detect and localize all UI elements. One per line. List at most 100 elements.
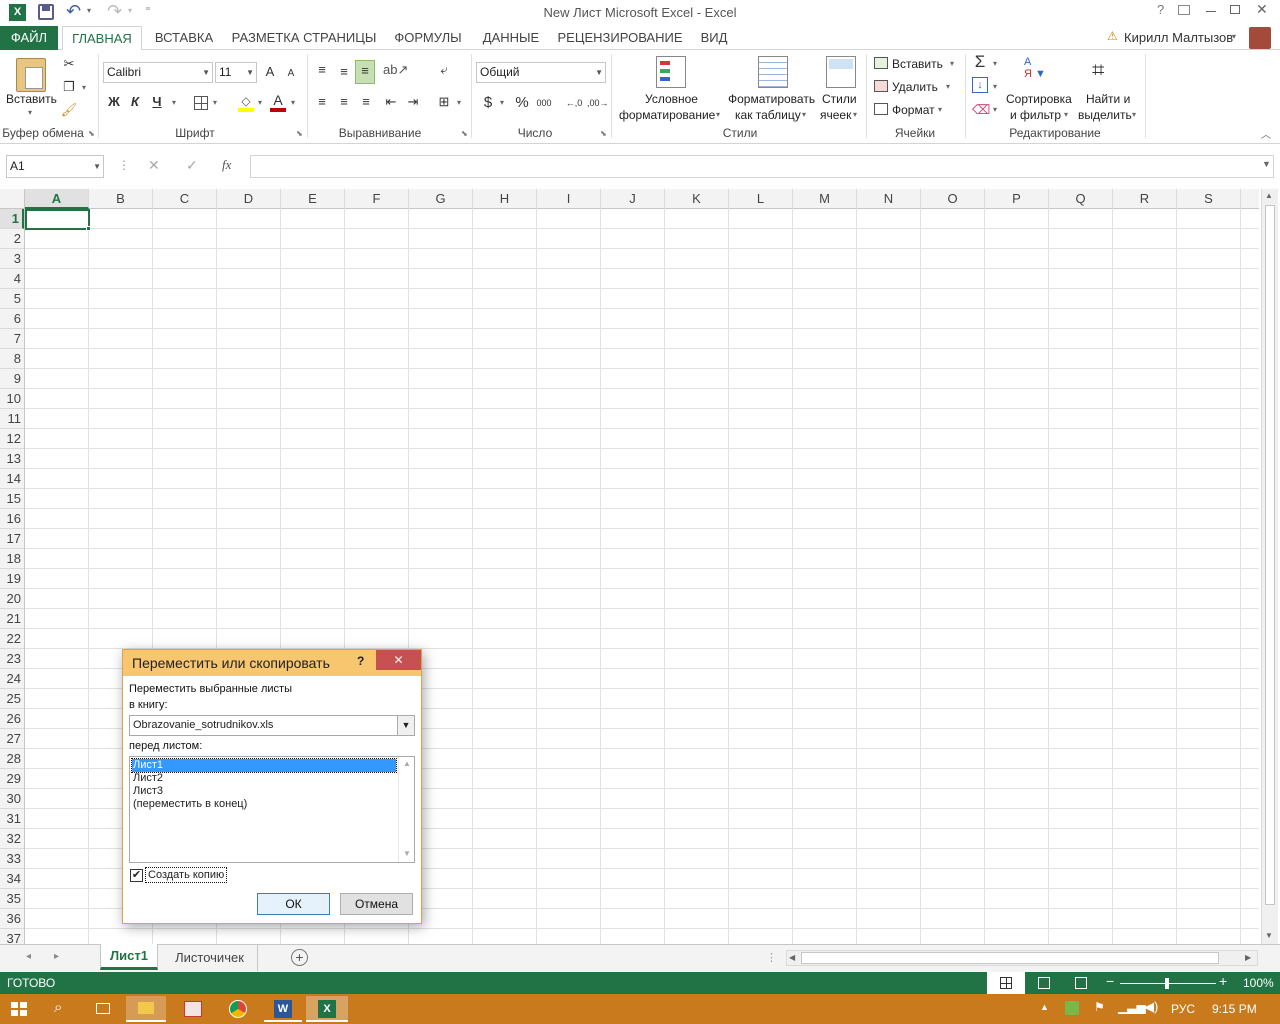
excel-taskbar-icon[interactable]: X xyxy=(306,996,348,1022)
copy-icon[interactable]: ❐ xyxy=(60,77,78,97)
conditional-format-icon[interactable] xyxy=(656,56,686,88)
task-view-icon[interactable] xyxy=(96,1003,110,1014)
paste-button[interactable]: Вставить xyxy=(6,92,57,106)
find-dropdown-icon[interactable]: ▾ xyxy=(1132,110,1136,119)
row-header[interactable]: 4 xyxy=(0,269,24,289)
row-header[interactable]: 33 xyxy=(0,849,24,869)
column-header[interactable]: E xyxy=(281,189,345,209)
font-size-combo[interactable]: 11 ▼ xyxy=(215,62,257,83)
decrease-font-icon[interactable]: A xyxy=(284,64,298,84)
alignment-launcher-icon[interactable]: ⬊ xyxy=(461,129,468,138)
paste-icon[interactable] xyxy=(16,58,46,92)
paint-icon[interactable] xyxy=(184,1001,202,1017)
minimize-icon[interactable] xyxy=(1206,11,1216,12)
as-table-dropdown-icon[interactable]: ▾ xyxy=(802,110,806,119)
sort-filter-line1[interactable]: Сортировка xyxy=(1006,92,1072,106)
clock[interactable]: 9:15 PM xyxy=(1212,1002,1257,1016)
borders-dropdown-icon[interactable]: ▾ xyxy=(213,98,217,107)
conditional-format-line1[interactable]: Условное xyxy=(645,92,698,106)
save-icon[interactable] xyxy=(38,4,54,20)
merge-center-icon[interactable]: ⊞ xyxy=(435,92,453,112)
zoom-slider[interactable] xyxy=(1120,978,1216,989)
copy-dropdown-icon[interactable]: ▾ xyxy=(82,83,86,92)
next-sheet-icon[interactable]: ▸ xyxy=(54,951,59,962)
create-copy-label[interactable]: Создать копию xyxy=(145,867,228,883)
language-indicator[interactable]: РУС xyxy=(1171,1002,1195,1016)
percent-button[interactable]: % xyxy=(513,93,531,113)
underline-button[interactable]: Ч xyxy=(149,92,165,112)
h-scroll-thumb[interactable] xyxy=(801,952,1219,964)
cancel-formula-icon[interactable]: ✕ xyxy=(148,157,160,174)
row-header[interactable]: 13 xyxy=(0,449,24,469)
action-center-icon[interactable]: ⚑ xyxy=(1094,1000,1105,1014)
column-header[interactable]: P xyxy=(985,189,1049,209)
row-header[interactable]: 25 xyxy=(0,689,24,709)
increase-font-icon[interactable]: A xyxy=(262,62,278,82)
column-header[interactable]: I xyxy=(537,189,601,209)
row-header[interactable]: 26 xyxy=(0,709,24,729)
cut-icon[interactable]: ✂ xyxy=(60,54,78,74)
zoom-out-icon[interactable]: − xyxy=(1106,973,1114,989)
autosum-icon[interactable]: Σ xyxy=(971,52,989,72)
select-all-corner[interactable] xyxy=(0,189,25,209)
row-header[interactable]: 1 xyxy=(0,209,24,229)
book-select[interactable]: Obrazovanie_sotrudnikov.xls ▼ xyxy=(129,715,415,736)
page-break-view-icon[interactable] xyxy=(1075,977,1087,989)
expand-formula-icon[interactable]: ▼ xyxy=(1262,159,1271,169)
column-header[interactable]: J xyxy=(601,189,665,209)
formula-bar-handle-icon[interactable]: ⋮ xyxy=(118,158,130,172)
undo-icon[interactable]: ↶ xyxy=(66,1,81,22)
autosum-dropdown-icon[interactable]: ▾ xyxy=(993,59,997,68)
clear-dropdown-icon[interactable]: ▾ xyxy=(993,105,997,114)
sheet-listbox[interactable]: Лист1 Лист2 Лист3 (переместить в конец) … xyxy=(129,756,415,863)
insert-function-icon[interactable]: fx xyxy=(222,157,231,173)
row-header[interactable]: 5 xyxy=(0,289,24,309)
sheet-tab[interactable]: Листочичек xyxy=(162,945,258,971)
row-header[interactable]: 35 xyxy=(0,889,24,909)
number-launcher-icon[interactable]: ⬊ xyxy=(600,129,607,138)
delete-cells-icon[interactable] xyxy=(874,80,888,92)
windows-start-icon[interactable] xyxy=(11,1002,27,1016)
row-header[interactable]: 17 xyxy=(0,529,24,549)
decrease-indent-icon[interactable]: ⇤ xyxy=(382,92,400,112)
bold-button[interactable]: Ж xyxy=(106,92,122,112)
fill-icon[interactable]: ↓ xyxy=(972,77,988,93)
cell-styles-line2[interactable]: ячеек xyxy=(820,108,851,122)
word-icon[interactable]: W xyxy=(264,996,302,1022)
avatar[interactable] xyxy=(1249,27,1271,49)
row-header[interactable]: 9 xyxy=(0,369,24,389)
row-header[interactable]: 12 xyxy=(0,429,24,449)
font-color-dropdown-icon[interactable]: ▾ xyxy=(291,98,295,107)
number-format-combo[interactable]: Общий ▼ xyxy=(476,62,606,83)
page-layout-view-icon[interactable] xyxy=(1038,977,1050,989)
increase-indent-icon[interactable]: ⇥ xyxy=(404,92,422,112)
user-dropdown-icon[interactable]: ▾ xyxy=(1232,32,1236,41)
insert-cells-button[interactable]: Вставить xyxy=(892,57,943,71)
format-as-table-line2[interactable]: как таблицу xyxy=(735,108,801,122)
tab-page-layout[interactable]: РАЗМЕТКА СТРАНИЦЫ xyxy=(228,26,380,50)
row-header[interactable]: 27 xyxy=(0,729,24,749)
scroll-left-icon[interactable]: ◀ xyxy=(789,953,795,962)
row-header[interactable]: 11 xyxy=(0,409,24,429)
horizontal-scrollbar[interactable]: ◀ ▶ xyxy=(786,950,1258,966)
borders-icon[interactable] xyxy=(194,96,208,110)
align-middle-icon[interactable]: ≡ xyxy=(335,62,353,82)
currency-button[interactable]: $ xyxy=(480,93,496,113)
row-header[interactable]: 18 xyxy=(0,549,24,569)
restore-icon[interactable] xyxy=(1230,5,1240,14)
column-header[interactable]: M xyxy=(793,189,857,209)
column-header[interactable]: L xyxy=(729,189,793,209)
ok-button[interactable]: ОК xyxy=(257,893,330,915)
redo-icon[interactable]: ↷ xyxy=(107,1,122,22)
list-item[interactable]: Лист3 xyxy=(133,785,163,798)
chrome-icon[interactable] xyxy=(229,1000,247,1018)
clipboard-launcher-icon[interactable]: ⬊ xyxy=(88,129,95,138)
conditional-dropdown-icon[interactable]: ▾ xyxy=(716,110,720,119)
dialog-close-button[interactable]: ✕ xyxy=(376,650,421,670)
format-cells-button[interactable]: Формат xyxy=(892,103,935,117)
sheet-splitter-icon[interactable]: ⋮ xyxy=(766,951,777,964)
tab-review[interactable]: РЕЦЕНЗИРОВАНИЕ xyxy=(556,26,684,50)
align-right-icon[interactable]: ≡ xyxy=(357,92,375,112)
delete-dropdown-icon[interactable]: ▾ xyxy=(946,82,950,91)
active-cell[interactable] xyxy=(25,209,90,230)
